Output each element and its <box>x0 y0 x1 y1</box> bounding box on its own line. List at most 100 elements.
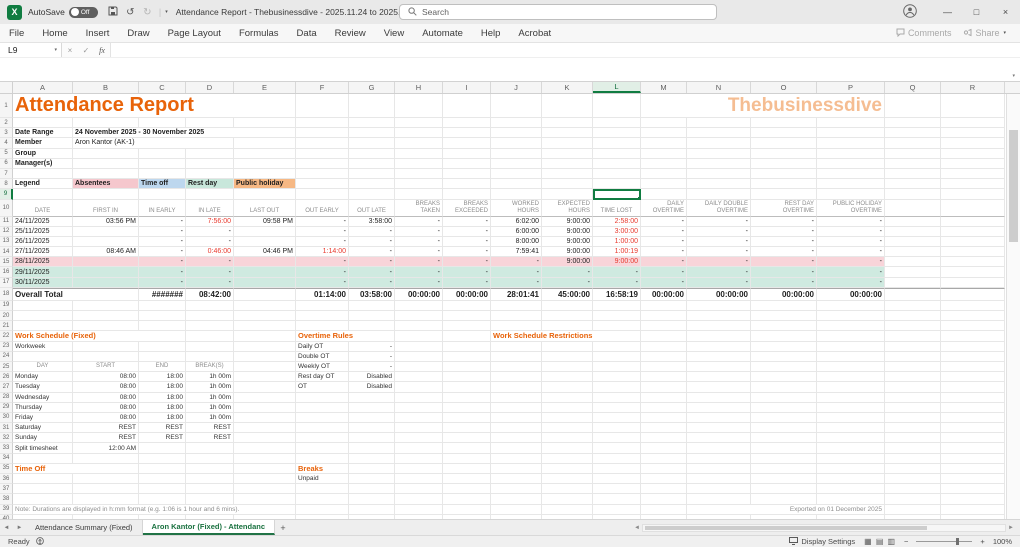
cell-J19[interactable] <box>491 300 542 311</box>
row-header-1[interactable]: 1 <box>0 94 13 118</box>
cell-L12[interactable]: 3:00:00 <box>593 226 641 237</box>
cell-Q27[interactable] <box>885 382 941 393</box>
cell-N13[interactable]: - <box>687 236 751 248</box>
cell-P21[interactable] <box>817 321 885 332</box>
cell-K28[interactable] <box>542 392 593 403</box>
cell-M31[interactable] <box>641 423 687 434</box>
cell-F8[interactable] <box>296 179 349 190</box>
cell-L7[interactable] <box>593 168 641 180</box>
cell-C31[interactable]: REST <box>139 423 186 434</box>
cell-K21[interactable] <box>542 321 593 332</box>
cell-J39[interactable] <box>491 504 542 515</box>
normal-view-icon[interactable]: ▦ <box>864 537 872 546</box>
cell-F38[interactable] <box>296 494 349 505</box>
cell-M24[interactable] <box>641 351 687 362</box>
cell-G39[interactable] <box>349 504 395 515</box>
share-button[interactable]: Share ▾ <box>963 28 1006 39</box>
cell-G24[interactable]: - <box>349 351 395 362</box>
cell-P14[interactable]: - <box>817 247 885 258</box>
cell-Q6[interactable] <box>885 158 941 169</box>
cell-R4[interactable] <box>941 138 1005 149</box>
row-header-36[interactable]: 36 <box>0 474 13 485</box>
cell-B15[interactable] <box>73 257 139 268</box>
cell-F30[interactable] <box>296 412 349 424</box>
cell-K17[interactable]: - <box>542 277 593 288</box>
cell-A39[interactable]: Note: Durations are displayed in h:mm fo… <box>13 504 296 515</box>
cell-M29[interactable] <box>641 402 687 413</box>
cell-A17[interactable]: 30/11/2025 <box>13 277 73 288</box>
cell-O40[interactable] <box>751 514 817 519</box>
cell-B2[interactable] <box>73 118 139 129</box>
cell-P30[interactable] <box>817 412 885 424</box>
cell-E23[interactable] <box>234 341 296 352</box>
cell-A12[interactable]: 25/11/2025 <box>13 226 73 237</box>
cell-N8[interactable] <box>687 179 751 190</box>
cell-K1[interactable] <box>542 94 593 118</box>
cell-G4[interactable] <box>349 138 395 149</box>
cell-L17[interactable]: - <box>593 277 641 288</box>
cell-K23[interactable] <box>542 341 593 352</box>
cell-F21[interactable] <box>296 321 349 332</box>
row-header-30[interactable]: 30 <box>0 412 13 424</box>
quick-access-dropdown-icon[interactable]: ▾ <box>165 9 168 15</box>
cell-C26[interactable]: 18:00 <box>139 372 186 383</box>
cell-N34[interactable] <box>687 453 751 464</box>
cell-E36[interactable] <box>234 474 296 485</box>
cell-P37[interactable] <box>817 484 885 495</box>
cell-G17[interactable]: - <box>349 277 395 288</box>
cell-O4[interactable] <box>751 138 817 149</box>
cell-J8[interactable] <box>491 179 542 190</box>
cell-E17[interactable] <box>234 277 296 288</box>
cell-J29[interactable] <box>491 402 542 413</box>
cell-N4[interactable] <box>687 138 751 149</box>
menu-tab-insert[interactable]: Insert <box>77 28 119 39</box>
cell-D16[interactable]: - <box>186 267 234 278</box>
cell-G36[interactable] <box>349 474 395 485</box>
cell-L32[interactable] <box>593 433 641 444</box>
row-header-7[interactable]: 7 <box>0 168 13 180</box>
cell-I27[interactable] <box>443 382 491 393</box>
menu-tab-file[interactable]: File <box>0 28 33 39</box>
cell-G5[interactable] <box>349 148 395 159</box>
cell-D20[interactable] <box>186 311 234 322</box>
cell-K36[interactable] <box>542 474 593 485</box>
row-header-8[interactable]: 8 <box>0 179 13 190</box>
cell-H13[interactable]: - <box>395 236 443 248</box>
cell-C38[interactable] <box>139 494 186 505</box>
cell-R24[interactable] <box>941 351 1005 362</box>
cell-Q29[interactable] <box>885 402 941 413</box>
cell-J4[interactable] <box>491 138 542 149</box>
cell-H38[interactable] <box>395 494 443 505</box>
row-header-38[interactable]: 38 <box>0 494 13 505</box>
cell-Q30[interactable] <box>885 412 941 424</box>
cell-O14[interactable]: - <box>751 247 817 258</box>
cell-C9[interactable] <box>139 189 186 200</box>
cell-D12[interactable]: - <box>186 226 234 237</box>
cell-K40[interactable] <box>542 514 593 519</box>
cell-B6[interactable] <box>73 158 139 169</box>
cell-R17[interactable] <box>941 277 1005 288</box>
cell-L30[interactable] <box>593 412 641 424</box>
column-header-Q[interactable]: Q <box>885 82 941 93</box>
menu-tab-review[interactable]: Review <box>326 28 375 39</box>
cell-B31[interactable]: REST <box>73 423 139 434</box>
cell-A25[interactable]: DAY <box>13 361 73 373</box>
cell-F20[interactable] <box>296 311 349 322</box>
cell-P35[interactable] <box>817 463 885 474</box>
cell-H22[interactable] <box>395 331 443 342</box>
cell-D21[interactable] <box>186 321 234 332</box>
cell-G40[interactable] <box>349 514 395 519</box>
cell-A24[interactable] <box>13 351 73 362</box>
cell-P10[interactable]: PUBLIC HOLIDAY OVERTIME <box>817 199 885 217</box>
sheet-nav-left-icon[interactable]: ◄ <box>0 520 13 535</box>
cell-H36[interactable] <box>395 474 443 485</box>
cell-L25[interactable] <box>593 361 641 373</box>
row-header-2[interactable]: 2 <box>0 118 13 129</box>
cell-E12[interactable] <box>234 226 296 237</box>
cell-F16[interactable]: - <box>296 267 349 278</box>
cell-H37[interactable] <box>395 484 443 495</box>
cell-G20[interactable] <box>349 311 395 322</box>
cell-B9[interactable] <box>73 189 139 200</box>
cell-P40[interactable] <box>817 514 885 519</box>
cell-K25[interactable] <box>542 361 593 373</box>
